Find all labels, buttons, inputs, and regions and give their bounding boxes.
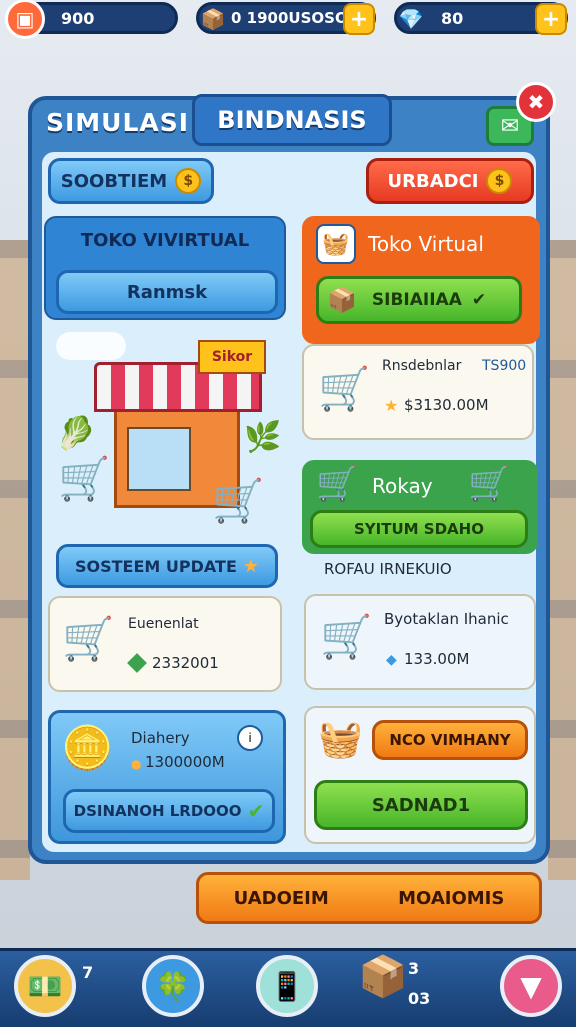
shopping-cart-icon: 🛒 [316,464,359,504]
left-header-card: TOKO VIVIRTUAL Ranmsk [44,216,286,320]
item-value: 133.00M [404,650,470,668]
resource-1-value: 900 [61,8,95,28]
ranmsk-button[interactable]: Ranmsk [56,270,278,314]
sibiaiiaa-button[interactable]: 📦 SIBIAIIAA ✔ [316,276,522,324]
banner-right-label: MOAIOMIS [398,887,505,909]
calendar-icon: ▣ [5,0,45,39]
resource-3-value: 80 [441,8,464,28]
shopping-cart-icon: 🛒 [212,476,265,525]
right-item-card-2[interactable]: 🛒 Byotaklan Ihanic ◆ 133.00M [304,594,536,690]
resource-counter-3: 💎 80 + [394,2,568,35]
checkmark-icon: ✔ [471,290,487,310]
close-button[interactable]: ✖ [516,82,556,122]
blue-gem-icon: ◆ [386,652,397,668]
system-update-button[interactable]: SOSTEEM UPDATE ★ [56,544,278,588]
item-name: Byotaklan Ihanic [384,610,509,628]
bottom-nav-bar: 💵 7 🍀 📱 📦 3 03 ▼ [0,948,576,1027]
star-icon: ★ [242,555,260,577]
shopping-cart-icon: 🛒 [58,454,111,503]
add-resource-3-button[interactable]: + [535,3,567,35]
shop-illustration: Sikor 🛒 🛒 🥬 🌿 [48,324,286,540]
shopping-cart-icon: 🛒 [318,364,371,413]
plant-icon: 🌿 [244,420,282,455]
checkmark-icon: ✔ [247,799,265,823]
gem-icon: 💎 [398,7,424,31]
right-subtitle: ROFAU IRNEKUIO [324,560,452,578]
cloud [56,332,126,360]
dsinanoh-label: DSINANOH LRDOOO [73,802,242,820]
crate-count-bottom: 03 [408,989,431,1008]
item-value: 2332001 [152,654,219,672]
sibiaiiaa-label: SIBIAIIAA [371,290,462,310]
clover-button[interactable]: 🍀 [142,955,204,1017]
urbadci-label: URBADCI [387,170,479,192]
treasure-crate-icon[interactable]: 📦 [358,953,408,1000]
shopping-cart-icon: 🛒 [468,464,511,504]
resource-2-value: 0 1900USOSO [231,9,348,27]
item-value: 1300000M [145,753,225,771]
shop-window [127,427,191,491]
green-card: 🛒 Rokay 🛒 SYITUM SDAHO [302,460,538,554]
left-column-title: TOKO VIVIRTUAL [80,230,250,251]
item-tag: TS900 [482,358,527,374]
add-resource-2-button[interactable]: + [343,3,375,35]
left-item-card-2[interactable]: 🪙 Diahery i ● 1300000M DSINANOH LRDOOO ✔ [48,710,286,844]
right-item-card-1[interactable]: 🛒 Rnsdebnlar TS900 ★ $3130.00M [302,344,534,440]
gold-bin-icon: 🪙 [61,723,114,772]
dsinanoh-button[interactable]: DSINANOH LRDOOO ✔ [63,789,275,833]
right-shelf-decoration [548,240,576,880]
right-action-card: 🧺 NCO VIMHANY SADNAD1 [304,706,536,844]
panel-title: SIMULASI [46,108,190,137]
money-icon: 💵 [27,969,63,1003]
bookmark-button[interactable]: ▼ [500,955,562,1017]
phone-icon: 📱 [269,969,305,1003]
resource-counter-1: ▣ 900 [5,0,178,39]
vegetable-crate-icon: 🥬 [56,414,96,452]
bottom-banner-button[interactable]: UADOEIM MOAIOMIS [196,872,542,924]
coin-icon: $ [175,168,202,194]
envelope-icon: ✉ [500,113,520,139]
money-count: 7 [82,963,94,982]
red-basket-icon: 🧺 [318,719,363,760]
info-icon[interactable]: i [237,725,263,751]
store-app-icon: 🧺 [316,224,356,264]
crate-icon: 📦 [200,7,226,31]
close-icon: ✖ [527,90,545,114]
green-gem-icon [127,653,147,673]
shopping-cart-icon: 🛒 [62,614,115,663]
item-name: Euenenlat [128,616,199,632]
nco-vimhany-button[interactable]: NCO VIMHANY [372,720,528,760]
crate-count-top: 3 [408,959,420,978]
left-item-card-1[interactable]: 🛒 Euenenlat 2332001 [48,596,282,692]
shopping-cart-icon: 🛒 [320,612,373,661]
coin-icon: ● [131,757,142,771]
money-button[interactable]: 💵 [14,955,76,1017]
main-panel: SIMULASI BINDNASIS ✉ ✖ SOOBTIEM $ URBADC… [28,82,556,864]
coin-icon: $ [486,168,513,194]
clover-icon: 🍀 [155,969,191,1003]
crate-icon: 📦 [327,286,357,314]
left-shelf-decoration [0,240,30,880]
banner-left-label: UADOEIM [233,887,329,909]
item-name: Diahery [131,729,190,747]
phone-button[interactable]: 📱 [256,955,318,1017]
right-column-title: Toko Virtual [368,232,484,256]
shop-sign: Sikor [198,340,266,374]
item-value: $3130.00M [404,396,489,414]
star-icon: ★ [384,396,399,415]
resource-counter-2: 📦 0 1900USOSO + [196,2,376,35]
sadnad1-button[interactable]: SADNAD1 [314,780,528,830]
top-resource-bar: ▣ 900 📦 0 1900USOSO + 💎 80 + [0,0,576,40]
system-update-label: SOSTEEM UPDATE [74,556,237,576]
right-header-card: 🧺 Toko Virtual 📦 SIBIAIIAA ✔ [302,216,540,344]
green-card-title: Rokay [372,474,433,498]
syitum-sdaho-button[interactable]: SYITUM SDAHO [310,510,528,548]
panel-content: SOOBTIEM $ URBADCI $ TOKO VIVIRTUAL Ranm… [42,152,540,852]
soobtiem-button[interactable]: SOOBTIEM $ [48,158,214,204]
bookmark-icon: ▼ [520,969,542,1003]
item-name: Rnsdebnlar [382,358,462,374]
tab-bindnasis[interactable]: BINDNASIS [192,94,392,146]
soobtiem-label: SOOBTIEM [60,170,168,192]
urbadci-button[interactable]: URBADCI $ [366,158,534,204]
